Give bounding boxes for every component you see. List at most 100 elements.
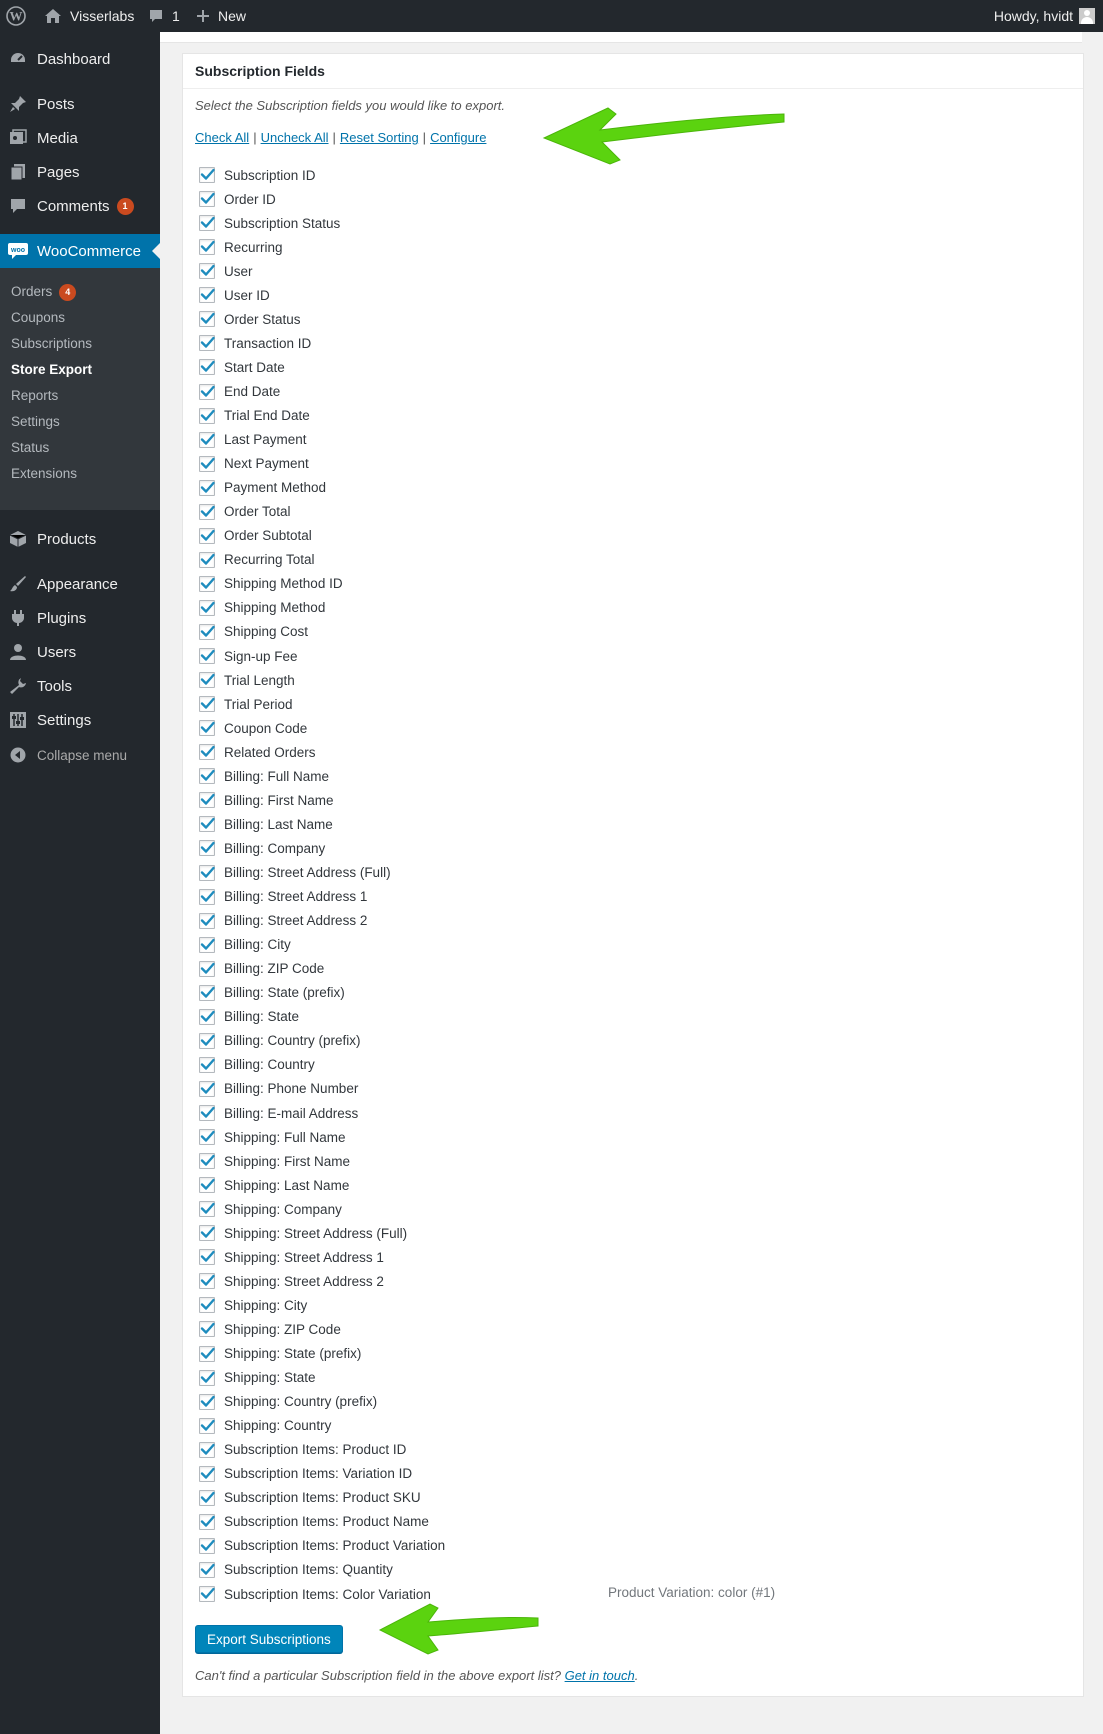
sidebar-item-media[interactable]: Media	[0, 121, 160, 155]
checkbox[interactable]	[199, 1586, 215, 1602]
field-checkbox-row[interactable]: Shipping: ZIP Code	[199, 1320, 341, 1338]
field-checkbox-row[interactable]: Shipping: State (prefix)	[199, 1345, 361, 1363]
field-checkbox-row[interactable]: Billing: E-mail Address	[199, 1104, 358, 1122]
field-checkbox-row[interactable]: Subscription Items: Product Variation	[199, 1537, 445, 1555]
checkbox[interactable]	[199, 720, 215, 737]
checkbox[interactable]	[199, 648, 215, 664]
checkbox[interactable]	[199, 431, 215, 448]
checkbox[interactable]	[199, 1441, 215, 1458]
checkbox[interactable]	[199, 1393, 215, 1410]
checkbox[interactable]	[199, 215, 215, 232]
checkbox[interactable]	[199, 1489, 215, 1506]
field-checkbox-row[interactable]: User ID	[199, 286, 270, 304]
field-checkbox-row[interactable]: Shipping: First Name	[199, 1152, 350, 1170]
sidebar-item-comments[interactable]: Comments 1	[0, 189, 160, 223]
comments-link[interactable]: 1	[148, 0, 180, 32]
field-checkbox-row[interactable]: Subscription Items: Quantity	[199, 1561, 393, 1579]
checkbox[interactable]	[199, 1056, 215, 1073]
submenu-item-store-export[interactable]: Store Export	[11, 360, 92, 380]
checkbox[interactable]	[199, 768, 215, 785]
checkbox[interactable]	[199, 623, 215, 640]
sidebar-item-posts[interactable]: Posts	[0, 87, 160, 121]
checkbox[interactable]	[199, 1513, 215, 1530]
checkbox[interactable]	[199, 960, 215, 977]
field-checkbox-row[interactable]: Billing: Street Address (Full)	[199, 864, 391, 882]
checkbox[interactable]	[199, 503, 215, 520]
checkbox[interactable]	[199, 383, 215, 400]
checkbox[interactable]	[199, 1032, 215, 1049]
field-checkbox-row[interactable]: Next Payment	[199, 455, 309, 473]
submenu-item-coupons[interactable]: Coupons	[11, 308, 65, 328]
checkbox[interactable]	[199, 696, 215, 713]
checkbox[interactable]	[199, 936, 215, 953]
field-checkbox-row[interactable]: Billing: Country (prefix)	[199, 1032, 361, 1050]
checkbox[interactable]	[199, 263, 215, 280]
field-checkbox-row[interactable]: Shipping Cost	[199, 623, 308, 641]
field-checkbox-row[interactable]: Shipping: State	[199, 1369, 316, 1387]
checkbox[interactable]	[199, 167, 215, 183]
field-checkbox-row[interactable]: Shipping Method ID	[199, 575, 343, 593]
checkbox[interactable]	[199, 1225, 215, 1242]
checkbox[interactable]	[199, 840, 215, 857]
checkbox[interactable]	[199, 527, 215, 544]
site-name-link[interactable]: Visserlabs	[44, 0, 134, 32]
sidebar-item-appearance[interactable]: Appearance	[0, 567, 160, 601]
field-checkbox-row[interactable]: Payment Method	[199, 479, 326, 497]
configure-link[interactable]: Configure	[430, 130, 486, 145]
field-checkbox-row[interactable]: Trial Length	[199, 671, 295, 689]
sidebar-item-woocommerce[interactable]: woo WooCommerce	[0, 234, 160, 268]
submenu-item-settings[interactable]: Settings	[11, 412, 60, 432]
get-in-touch-link[interactable]: Get in touch	[565, 1668, 635, 1683]
checkbox[interactable]	[199, 672, 215, 689]
field-checkbox-row[interactable]: Billing: City	[199, 936, 291, 954]
checkbox[interactable]	[199, 1153, 215, 1170]
checkbox[interactable]	[199, 311, 215, 328]
field-checkbox-row[interactable]: Recurring	[199, 238, 283, 256]
field-checkbox-row[interactable]: Shipping: Full Name	[199, 1128, 346, 1146]
checkbox[interactable]	[199, 1537, 215, 1554]
sidebar-item-settings[interactable]: Settings	[0, 703, 160, 737]
checkbox[interactable]	[199, 1297, 215, 1314]
field-checkbox-row[interactable]: Billing: First Name	[199, 791, 334, 809]
field-checkbox-row[interactable]: Billing: Street Address 2	[199, 912, 367, 930]
checkbox[interactable]	[199, 792, 215, 809]
field-checkbox-row[interactable]: Subscription Items: Product Name	[199, 1513, 429, 1531]
field-checkbox-row[interactable]: Subscription Items: Variation ID	[199, 1465, 412, 1483]
checkbox[interactable]	[199, 407, 215, 424]
checkbox[interactable]	[199, 1321, 215, 1338]
checkbox[interactable]	[199, 1129, 215, 1145]
sidebar-item-plugins[interactable]: Plugins	[0, 601, 160, 635]
user-account-menu[interactable]: Howdy, hvidt	[994, 0, 1095, 32]
checkbox[interactable]	[199, 1465, 215, 1482]
field-checkbox-row[interactable]: Billing: Country	[199, 1056, 315, 1074]
field-checkbox-row[interactable]: Billing: Company	[199, 839, 325, 857]
checkbox[interactable]	[199, 551, 215, 568]
field-checkbox-row[interactable]: Subscription Items: Product ID	[199, 1441, 406, 1459]
field-checkbox-row[interactable]: Order Status	[199, 310, 301, 328]
collapse-menu-button[interactable]: Collapse menu	[0, 738, 160, 772]
checkbox[interactable]	[199, 888, 215, 905]
sidebar-item-products[interactable]: Products	[0, 522, 160, 556]
submenu-item-extensions[interactable]: Extensions	[11, 464, 77, 484]
checkbox[interactable]	[199, 1080, 215, 1097]
submenu-item-subscriptions[interactable]: Subscriptions	[11, 334, 92, 354]
field-checkbox-row[interactable]: Recurring Total	[199, 551, 315, 569]
uncheck-all-link[interactable]: Uncheck All	[261, 130, 329, 145]
sidebar-item-pages[interactable]: Pages	[0, 155, 160, 189]
field-checkbox-row[interactable]: Related Orders	[199, 743, 316, 761]
sidebar-item-users[interactable]: Users	[0, 635, 160, 669]
field-checkbox-row[interactable]: Shipping: Country	[199, 1417, 331, 1435]
checkbox[interactable]	[199, 1201, 215, 1218]
check-all-link[interactable]: Check All	[195, 130, 249, 145]
sidebar-item-tools[interactable]: Tools	[0, 669, 160, 703]
field-checkbox-row[interactable]: Subscription ID	[199, 166, 316, 184]
field-checkbox-row[interactable]: Billing: Full Name	[199, 767, 329, 785]
field-checkbox-row[interactable]: Shipping: Street Address (Full)	[199, 1224, 407, 1242]
field-checkbox-row[interactable]: Billing: State	[199, 1008, 299, 1026]
checkbox[interactable]	[199, 335, 215, 352]
field-checkbox-row[interactable]: Trial End Date	[199, 407, 310, 425]
checkbox[interactable]	[199, 1345, 215, 1362]
field-checkbox-row[interactable]: Shipping Method	[199, 599, 325, 617]
field-checkbox-row[interactable]: Sign-up Fee	[199, 647, 298, 665]
submenu-item-reports[interactable]: Reports	[11, 386, 58, 406]
